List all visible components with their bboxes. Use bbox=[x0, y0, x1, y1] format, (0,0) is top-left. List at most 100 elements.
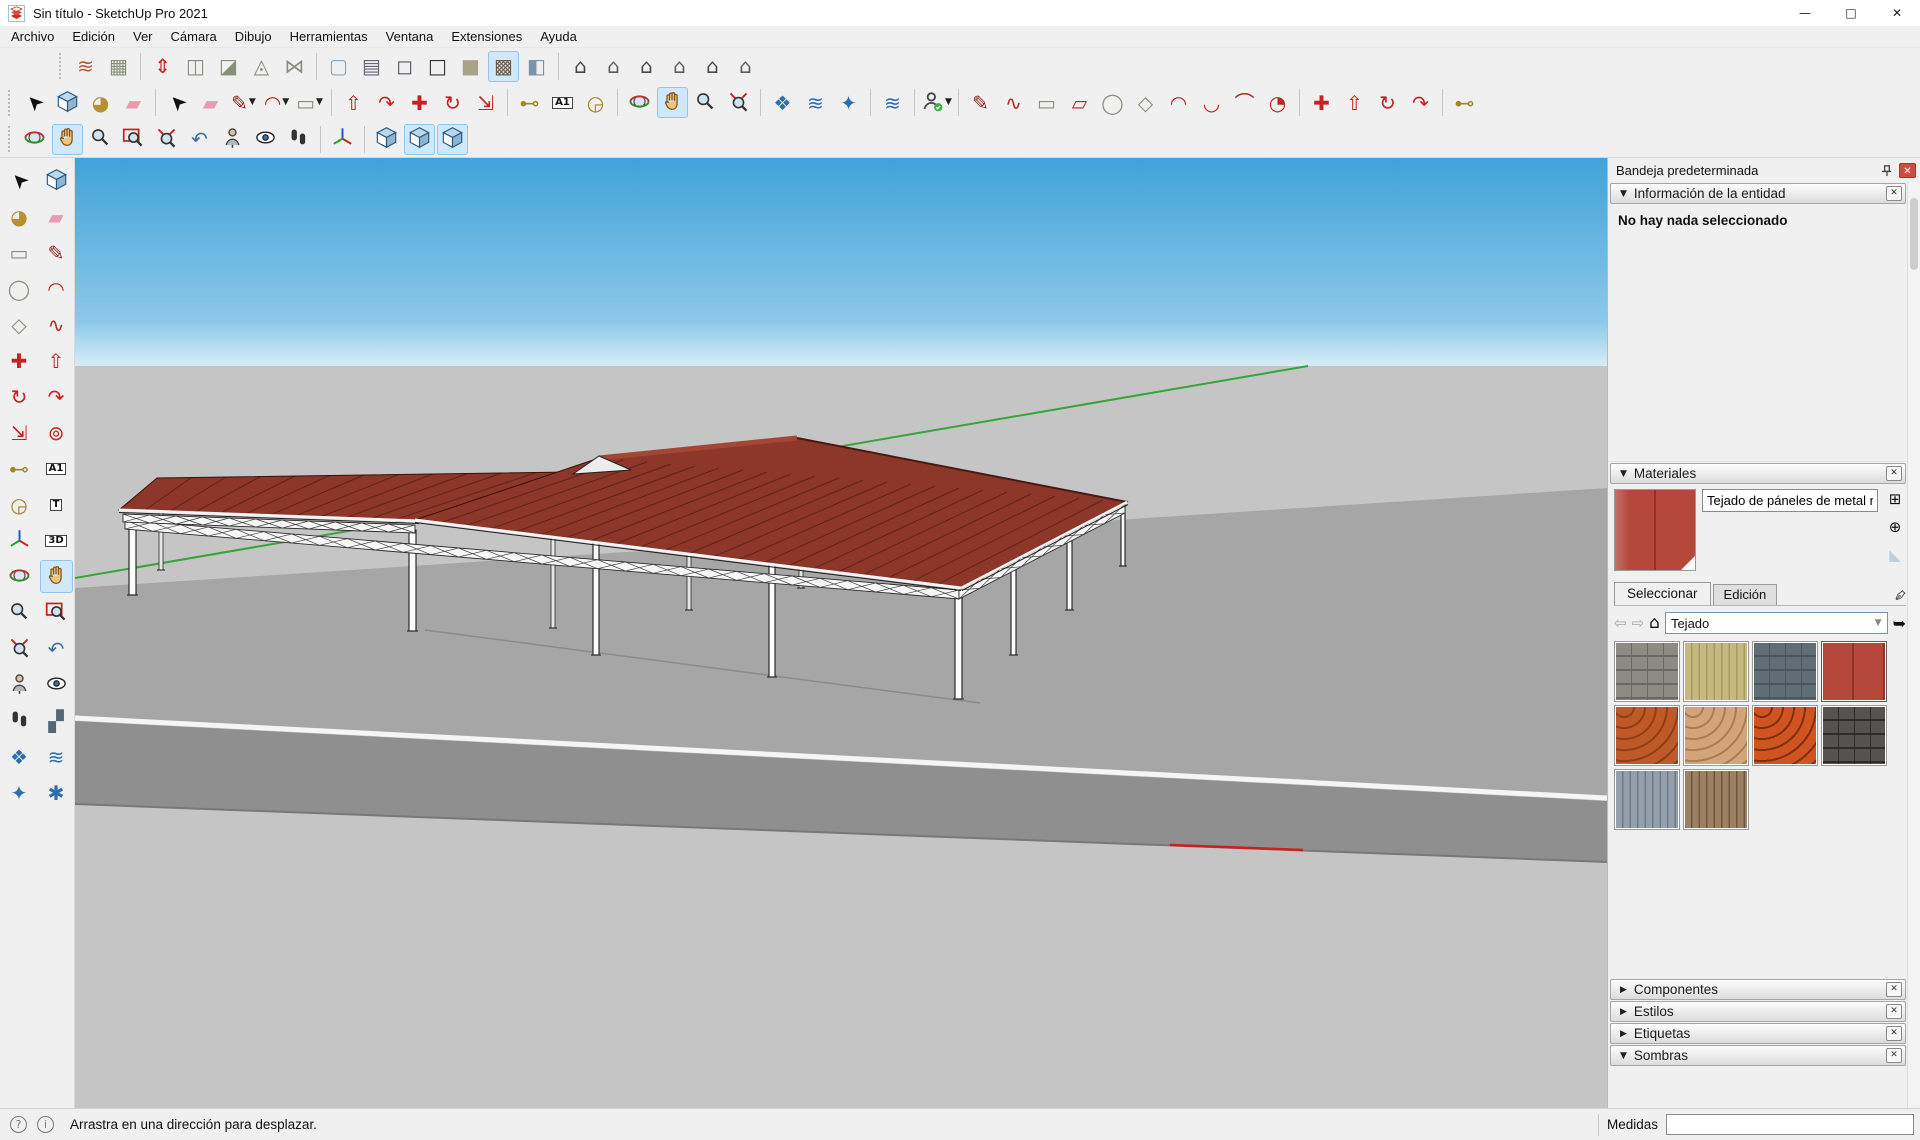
back-edges-style-button[interactable]: ▤ bbox=[356, 51, 387, 82]
follow-me-button[interactable]: ↷ bbox=[371, 87, 402, 118]
overlays-button[interactable]: ✦ bbox=[833, 87, 864, 118]
swatch-roof-metal-red[interactable] bbox=[1821, 641, 1887, 702]
move-button[interactable]: ✚ bbox=[404, 87, 435, 118]
section-sombras-close-icon[interactable]: ✕ bbox=[1886, 1048, 1902, 1063]
material-name-field[interactable] bbox=[1702, 489, 1878, 512]
arc-dropdown-icon[interactable]: ▼ bbox=[282, 98, 289, 107]
polygon-button[interactable]: ◇ bbox=[1130, 87, 1161, 118]
zoom-extents-button[interactable] bbox=[723, 87, 754, 118]
swatch-roof-shingle-rounded-tan[interactable] bbox=[1683, 705, 1749, 766]
lt-line-button[interactable]: ✎ bbox=[40, 236, 73, 269]
three-point-arc-button[interactable]: ⌒ bbox=[1229, 87, 1260, 118]
lt-scale-button[interactable]: ⇲ bbox=[3, 416, 36, 449]
menu-ayuda[interactable]: Ayuda bbox=[531, 27, 586, 46]
rotate-button[interactable]: ↻ bbox=[437, 87, 468, 118]
drape-button[interactable]: ◪ bbox=[213, 51, 244, 82]
lt-text-button[interactable]: T bbox=[40, 488, 73, 521]
tab-edicion[interactable]: Edición bbox=[1713, 584, 1778, 605]
lt-previous-view-button[interactable]: ↶ bbox=[40, 632, 73, 665]
hidden-line-style-button[interactable]: □ bbox=[422, 51, 453, 82]
menu-dibujo[interactable]: Dibujo bbox=[226, 27, 281, 46]
lt-rectangle-button[interactable]: ▭ bbox=[3, 236, 36, 269]
collection-dropdown[interactable]: Tejado ▼ bbox=[1665, 612, 1888, 634]
circle-button[interactable]: ◯ bbox=[1097, 87, 1128, 118]
swatch-roof-shingle-blue-gray[interactable] bbox=[1614, 769, 1680, 830]
lt-pan-button[interactable] bbox=[40, 560, 73, 593]
swatch-roof-shingle-dark[interactable] bbox=[1821, 705, 1887, 766]
menu-edicion[interactable]: Edición bbox=[63, 27, 124, 46]
line-dropdown-icon[interactable]: ▼ bbox=[249, 98, 256, 107]
smoove-button[interactable]: ⇕ bbox=[147, 51, 178, 82]
lt-position-camera-button[interactable] bbox=[3, 668, 36, 701]
push-pull-2-button[interactable]: ⇧ bbox=[1339, 87, 1370, 118]
forward-arrow-icon[interactable]: ⇨ bbox=[1632, 614, 1645, 632]
two-point-arc-button[interactable]: ◡ bbox=[1196, 87, 1227, 118]
zoom-extents-camera-button[interactable] bbox=[151, 124, 182, 155]
lt-freehand-button[interactable]: ∿ bbox=[40, 308, 73, 341]
section-componentes-header[interactable]: ▶Componentes✕ bbox=[1610, 979, 1906, 1000]
section-estilos-header[interactable]: ▶Estilos✕ bbox=[1610, 1001, 1906, 1022]
zoom-button[interactable] bbox=[690, 87, 721, 118]
lt-orbit-button[interactable] bbox=[3, 560, 36, 593]
lt-move-button[interactable]: ✚ bbox=[3, 344, 36, 377]
section-entity-info-header[interactable]: ▼ Información de la entidad ✕ bbox=[1610, 183, 1906, 204]
flip-edge-button[interactable]: ⋈ bbox=[279, 51, 310, 82]
secondary-pane-icon[interactable]: ⊞ bbox=[1885, 489, 1905, 509]
add-detail-button[interactable]: ◬ bbox=[246, 51, 277, 82]
stamp-button[interactable]: ◫ bbox=[180, 51, 211, 82]
paint-bucket-button[interactable]: ◕ bbox=[85, 87, 116, 118]
arc-2-button[interactable]: ◠ bbox=[1163, 87, 1194, 118]
lt-scan-essentials-button[interactable]: ≋ bbox=[40, 740, 73, 773]
lt-zoom-extents-button[interactable] bbox=[3, 632, 36, 665]
orbit-camera-button[interactable] bbox=[19, 124, 50, 155]
lt-polygon-button[interactable]: ◇ bbox=[3, 308, 36, 341]
details-arrow-icon[interactable]: ➥ bbox=[1893, 614, 1906, 633]
section-materials-header[interactable]: ▼ Materiales ✕ bbox=[1610, 463, 1906, 484]
scale-button[interactable]: ⇲ bbox=[470, 87, 501, 118]
section-etiquetas-header[interactable]: ▶Etiquetas✕ bbox=[1610, 1023, 1906, 1044]
rotated-rectangle-button[interactable]: ▱ bbox=[1064, 87, 1095, 118]
tray-scrollbar[interactable] bbox=[1907, 182, 1920, 1108]
menu-herramientas[interactable]: Herramientas bbox=[281, 27, 377, 46]
tape-measure-button[interactable]: ⊷ bbox=[514, 87, 545, 118]
move-2-button[interactable]: ✚ bbox=[1306, 87, 1337, 118]
freehand-button[interactable]: ∿ bbox=[998, 87, 1029, 118]
swatch-roof-slate-blue[interactable] bbox=[1752, 641, 1818, 702]
rectangle-button[interactable]: ▭▼ bbox=[294, 87, 325, 118]
lt-trimble-connect-button[interactable]: ❖ bbox=[3, 740, 36, 773]
pin-icon[interactable] bbox=[1877, 161, 1895, 179]
account-button[interactable]: ▼ bbox=[921, 87, 952, 118]
lt-extensions-button[interactable]: ✱ bbox=[40, 776, 73, 809]
lt-3d-text-button[interactable]: 3D bbox=[40, 524, 73, 557]
lt-arc-button[interactable]: ◠ bbox=[40, 272, 73, 305]
swatch-roof-shake-tan[interactable] bbox=[1683, 641, 1749, 702]
iso-view-button[interactable]: ⌂ bbox=[565, 51, 596, 82]
home-icon[interactable]: ⌂ bbox=[1649, 613, 1660, 633]
select-button[interactable]: ➤ bbox=[19, 87, 50, 118]
lt-follow-me-button[interactable]: ↷ bbox=[40, 380, 73, 413]
arc-button[interactable]: ◠▼ bbox=[261, 87, 292, 118]
lt-make-component-button[interactable] bbox=[40, 164, 73, 197]
wireframe-style-button[interactable]: ◻ bbox=[389, 51, 420, 82]
zoom-camera-button[interactable] bbox=[85, 124, 116, 155]
top-view-button[interactable]: ⌂ bbox=[598, 51, 629, 82]
back-arrow-icon[interactable]: ⇦ bbox=[1614, 614, 1627, 632]
section-estilos-close-icon[interactable]: ✕ bbox=[1886, 1004, 1902, 1019]
axes-tool-button[interactable] bbox=[327, 124, 358, 155]
menu-ver[interactable]: Ver bbox=[124, 27, 162, 46]
lt-dimension-button[interactable]: A1 bbox=[40, 452, 73, 485]
dimension-button[interactable]: A1 bbox=[547, 87, 578, 118]
front-view-cube-button[interactable] bbox=[437, 124, 468, 155]
swatch-roof-asphalt-gray[interactable] bbox=[1614, 641, 1680, 702]
section-sombras-header[interactable]: ▼Sombras✕ bbox=[1610, 1045, 1906, 1066]
create-material-icon[interactable]: ⊕ bbox=[1885, 517, 1905, 537]
sandbox-from-scratch-button[interactable]: ▦ bbox=[103, 51, 134, 82]
left-view-button[interactable]: ⌂ bbox=[730, 51, 761, 82]
rotate-2-button[interactable]: ↻ bbox=[1372, 87, 1403, 118]
back-view-button[interactable]: ⌂ bbox=[697, 51, 728, 82]
push-pull-button[interactable]: ⇧ bbox=[338, 87, 369, 118]
lt-overlays-button[interactable]: ✦ bbox=[3, 776, 36, 809]
lt-offset-button[interactable]: ⊚ bbox=[40, 416, 73, 449]
lt-look-around-button[interactable] bbox=[40, 668, 73, 701]
position-camera-button[interactable] bbox=[217, 124, 248, 155]
